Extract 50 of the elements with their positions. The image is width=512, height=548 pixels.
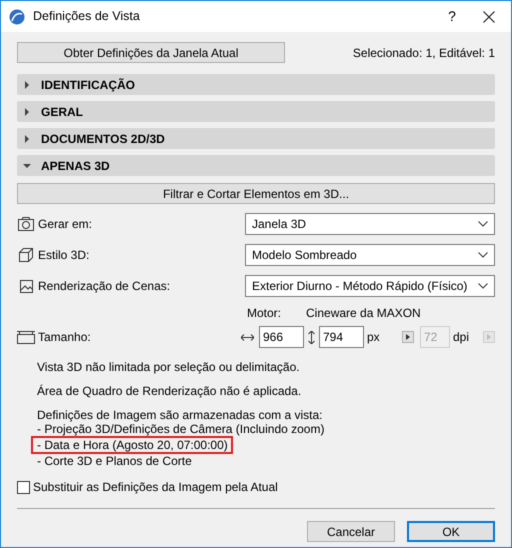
pixel-unit: px bbox=[367, 329, 381, 346]
dialog-button[interactable]: OK bbox=[407, 521, 495, 542]
stored-item: - Projeção 3D/Definições de Câmera (Incluindo zoom) bbox=[37, 422, 324, 436]
section-header[interactable]: APENAS 3D bbox=[17, 155, 495, 176]
width-arrow-icon bbox=[241, 334, 254, 340]
stored-item: - Data e Hora (Agosto 20, 07:00:00) bbox=[31, 436, 233, 454]
chevron-down-icon bbox=[478, 283, 488, 289]
field-label: Gerar em: bbox=[38, 216, 94, 233]
section-header[interactable]: DOCUMENTOS 2D/3D bbox=[17, 128, 495, 149]
checkbox-label: Substituir as Definições da Imagem pela Atual bbox=[33, 479, 278, 496]
filter-button[interactable]: Filtrar e Cortar Elementos em 3D... bbox=[17, 183, 495, 204]
size-label: Tamanho: bbox=[38, 329, 92, 346]
selection-info: Selecionado: 1, Editável: 1 bbox=[352, 44, 495, 62]
get-settings-button[interactable]: Obter Definições da Janela Atual bbox=[17, 42, 285, 63]
section-header[interactable]: IDENTIFICAÇÃO bbox=[17, 74, 495, 95]
play-icon bbox=[406, 334, 410, 340]
help-button[interactable]: ? bbox=[437, 6, 467, 27]
expand-caret-icon bbox=[23, 134, 31, 142]
dropdown[interactable]: Exterior Diurno - Método Rápido (Físico) bbox=[245, 275, 495, 297]
chevron-down-icon bbox=[478, 221, 488, 227]
dpi-toggle-button[interactable] bbox=[402, 331, 414, 343]
section-header[interactable]: GERAL bbox=[17, 101, 495, 122]
note-text: Vista 3D não limitada por seleção ou delimitação. bbox=[37, 360, 301, 374]
dropdown[interactable]: Modelo Sombreado bbox=[245, 244, 495, 266]
close-icon[interactable] bbox=[483, 10, 495, 22]
engine-value: Cineware da MAXON bbox=[306, 305, 421, 322]
stored-item: - Corte 3D e Planos de Corte bbox=[37, 454, 192, 468]
field-label: Renderização de Cenas: bbox=[38, 278, 172, 295]
window-title: Definições de Vista bbox=[33, 8, 140, 26]
checkbox[interactable] bbox=[17, 480, 30, 494]
app-logo-icon bbox=[9, 8, 25, 24]
stored-heading: Definições de Imagem são armazenadas com a vista: bbox=[37, 408, 324, 422]
engine-label: Motor: bbox=[247, 305, 282, 322]
width-field[interactable]: 966 bbox=[259, 326, 304, 348]
field-label: Estilo 3D: bbox=[38, 247, 90, 264]
chevron-down-icon bbox=[478, 252, 488, 258]
dialog-button[interactable]: Cancelar bbox=[307, 521, 395, 542]
dropdown[interactable]: Janela 3D bbox=[245, 213, 495, 235]
expand-caret-icon bbox=[23, 108, 31, 116]
collapse-caret-icon bbox=[23, 162, 31, 170]
height-arrow-icon bbox=[308, 330, 315, 344]
cube-icon bbox=[19, 248, 33, 262]
play-icon bbox=[487, 334, 491, 340]
height-field[interactable]: 794 bbox=[319, 326, 364, 348]
image-icon bbox=[20, 280, 32, 292]
dpi-unit: dpi bbox=[453, 329, 470, 346]
note-text: Área de Quadro de Renderização não é aplicada. bbox=[37, 384, 302, 398]
expand-caret-icon bbox=[23, 80, 31, 88]
size-icon bbox=[17, 330, 35, 344]
camera-icon bbox=[18, 217, 34, 231]
